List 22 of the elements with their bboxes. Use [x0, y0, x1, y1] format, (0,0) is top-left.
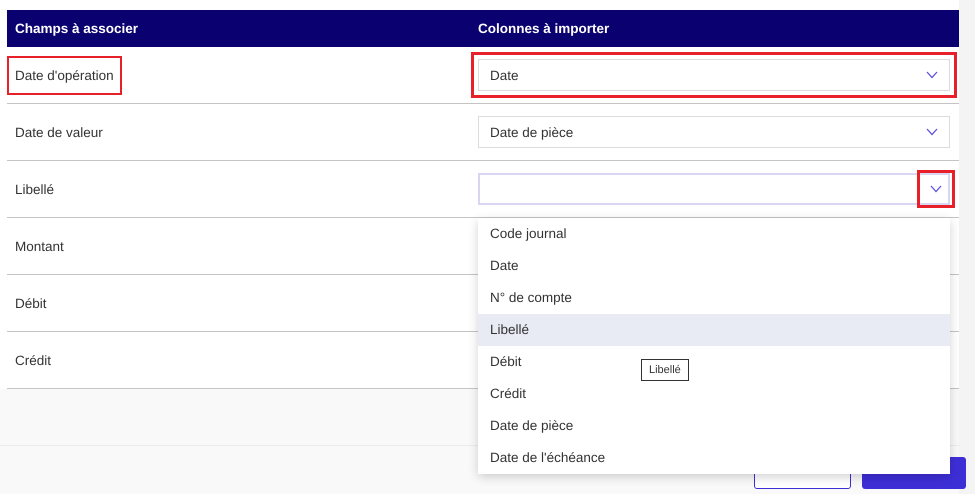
- field-label: Crédit: [14, 352, 52, 370]
- dropdown-option[interactable]: Débit: [490, 354, 522, 369]
- dropdown-option[interactable]: Date: [490, 258, 519, 273]
- dropdown-option[interactable]: Date de l'échéance: [490, 450, 606, 465]
- dropdown-option[interactable]: Crédit: [490, 386, 526, 401]
- select-value: Date: [490, 68, 519, 82]
- field-label: Libellé: [14, 180, 56, 198]
- select-field[interactable]: Date: [478, 59, 950, 91]
- column-header: Champs à associer: [14, 21, 140, 36]
- select-value: Date de pièce: [490, 124, 574, 140]
- dropdown-option[interactable]: N° de compte: [490, 290, 572, 305]
- dropdown-option[interactable]: Date de pièce: [490, 418, 574, 433]
- field-label: Montant: [14, 238, 65, 256]
- column-header: Colonnes à importer: [477, 21, 610, 36]
- tooltip: Libellé: [641, 359, 689, 381]
- select-field[interactable]: Date de pièce: [478, 116, 950, 148]
- field-label: Débit: [14, 294, 48, 312]
- chevron-icon[interactable]: [917, 170, 955, 208]
- dropdown-option[interactable]: Code journal: [490, 226, 567, 241]
- field-label: Date de valeur: [14, 124, 104, 142]
- field-label: Date d'opération: [7, 56, 122, 94]
- dropdown-option[interactable]: Libellé: [478, 314, 950, 346]
